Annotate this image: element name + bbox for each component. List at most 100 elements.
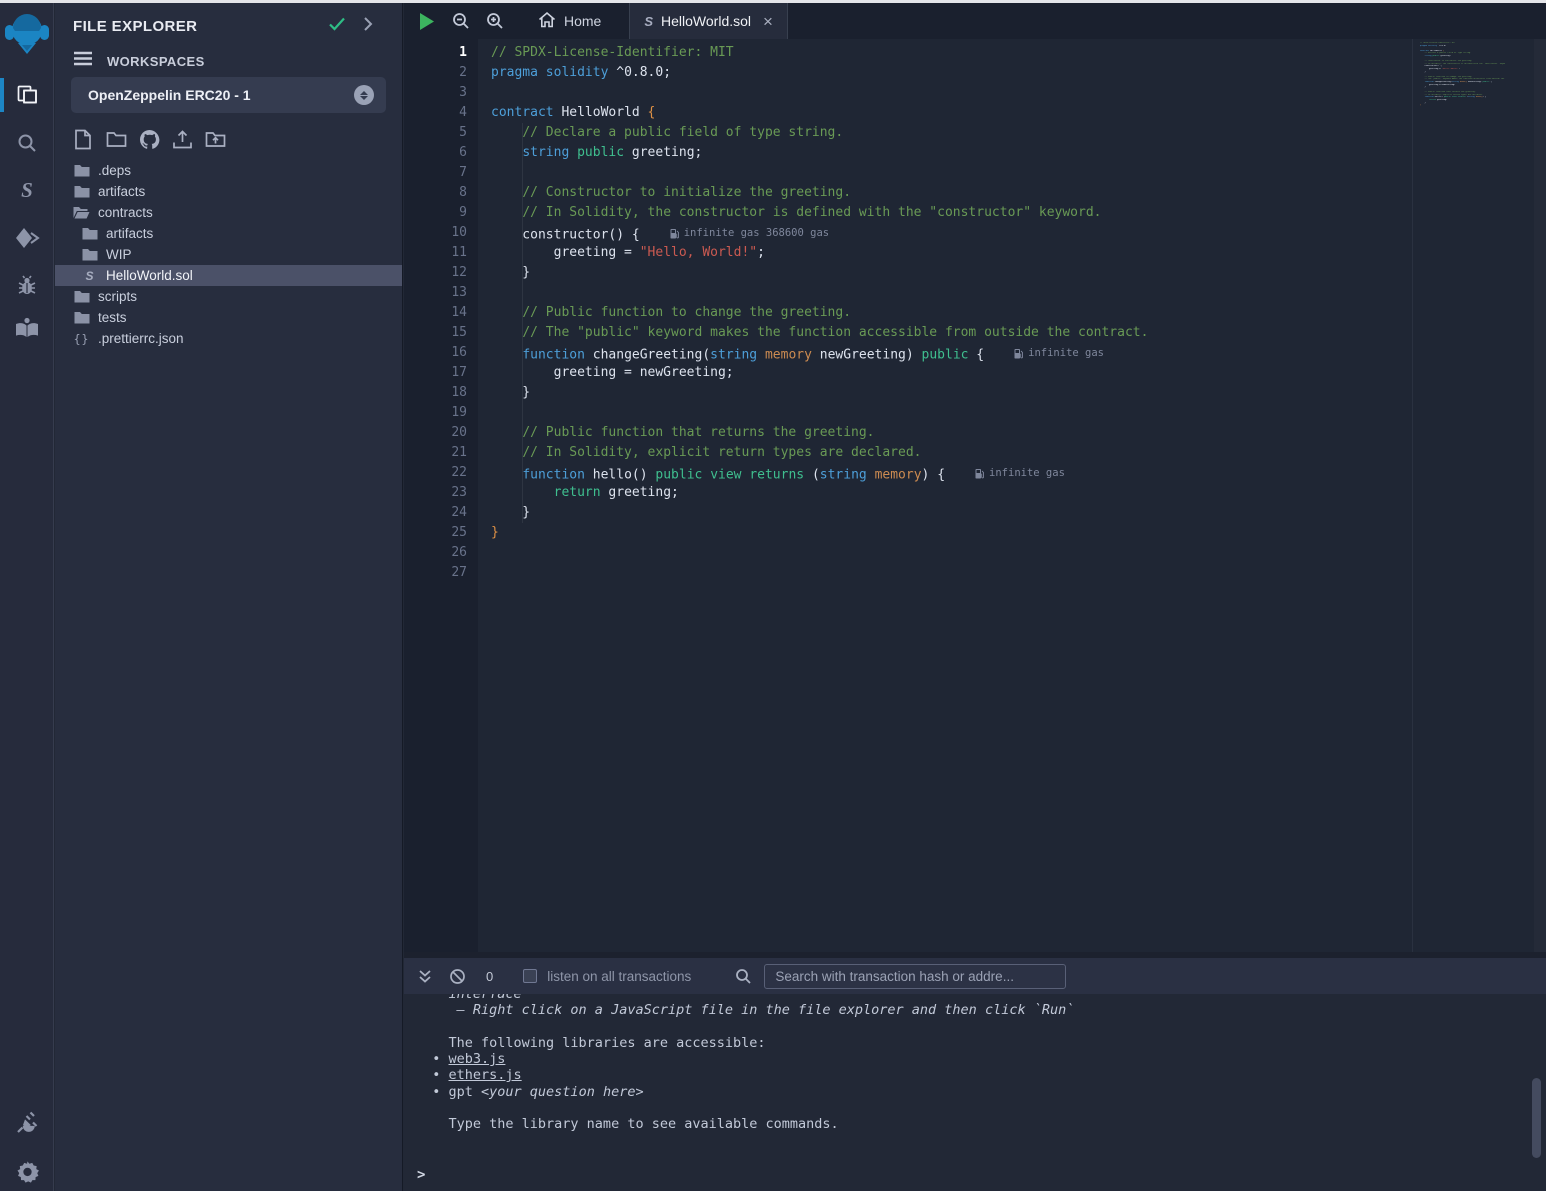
- transaction-count-badge: 0: [486, 969, 493, 984]
- code-line-1: 1// SPDX-License-Identifier: MIT: [404, 43, 1546, 63]
- folder-icon: [81, 227, 98, 240]
- activity-bar: S: [0, 3, 54, 1191]
- window-top-edge: [0, 0, 1546, 3]
- sidebar-item-search[interactable]: [0, 123, 54, 163]
- tab-helloworld-sol[interactable]: S HelloWorld.sol ×: [629, 3, 788, 39]
- file-explorer-header: FILE EXPLORER: [73, 14, 392, 38]
- check-icon[interactable]: [328, 16, 346, 37]
- code-line-5: 5 // Declare a public field of type stri…: [404, 123, 1546, 143]
- file-label: .prettierrc.json: [98, 331, 184, 346]
- ethereum-deploy-icon: [14, 226, 40, 250]
- file-label: WIP: [106, 247, 132, 262]
- file-label: artifacts: [98, 184, 145, 199]
- workspaces-row: WORKSPACES: [73, 51, 205, 71]
- code-line-27: 27: [404, 563, 1546, 583]
- folder-icon: [81, 248, 98, 261]
- solidity-compiler-icon: S: [21, 178, 33, 203]
- gas-estimate-annotation: infinite gas: [1014, 343, 1104, 363]
- file-label: artifacts: [106, 226, 153, 241]
- github-clone-icon[interactable]: [137, 127, 161, 151]
- sidebar-item-plugin-manager[interactable]: [0, 1103, 54, 1143]
- sidebar-item-solidity-compiler[interactable]: S: [0, 170, 54, 210]
- sidebar-item-learn[interactable]: [0, 308, 54, 348]
- tree-item-scripts[interactable]: scripts: [55, 286, 402, 307]
- workspace-switch-icon[interactable]: [354, 85, 374, 105]
- file-label: scripts: [98, 289, 137, 304]
- code-editor[interactable]: 1// SPDX-License-Identifier: MIT2pragma …: [404, 39, 1546, 952]
- tab-home[interactable]: Home: [524, 3, 615, 39]
- close-tab-icon[interactable]: ×: [763, 13, 773, 30]
- terminal-scrollbar-thumb[interactable]: [1532, 1078, 1541, 1158]
- run-script-button[interactable]: [410, 3, 444, 39]
- tree-item--deps[interactable]: .deps: [55, 160, 402, 181]
- code-line-19: 19: [404, 403, 1546, 423]
- editor-region: Home S HelloWorld.sol × 1// SPDX-License…: [404, 3, 1546, 1191]
- listen-all-transactions-label: listen on all transactions: [547, 969, 691, 984]
- new-folder-icon[interactable]: [104, 127, 128, 151]
- tree-item--prettierrc-json[interactable]: {} .prettierrc.json: [55, 328, 402, 349]
- open-book-icon: [14, 316, 40, 340]
- code-line-4: 4contract HelloWorld {: [404, 103, 1546, 123]
- code-line-10: 10 constructor() {infinite gas 368600 ga…: [404, 223, 1546, 243]
- sidebar-item-deploy-and-run[interactable]: [0, 218, 54, 258]
- tree-item-artifacts[interactable]: artifacts: [55, 223, 402, 244]
- terminal-search-input[interactable]: [764, 964, 1066, 989]
- listen-all-transactions-checkbox[interactable]: [523, 969, 537, 983]
- code-lines: 1// SPDX-License-Identifier: MIT2pragma …: [404, 43, 1546, 583]
- terminal-search-icon: [735, 968, 752, 985]
- tree-item-tests[interactable]: tests: [55, 307, 402, 328]
- code-line-8: 8 // Constructor to initialize the greet…: [404, 183, 1546, 203]
- tree-item-wip[interactable]: WIP: [55, 244, 402, 265]
- code-line-14: 14 // Public function to change the gree…: [404, 303, 1546, 323]
- code-line-18: 18 }: [404, 383, 1546, 403]
- sidebar-item-file-explorer[interactable]: [0, 75, 54, 115]
- tree-item-contracts[interactable]: contracts: [55, 202, 402, 223]
- file-explorer-icon: [15, 83, 39, 107]
- gas-estimate-annotation: infinite gas: [975, 463, 1065, 483]
- file-explorer-toolbar: [71, 127, 227, 151]
- gear-icon: [15, 1159, 40, 1184]
- tree-item-helloworld-sol[interactable]: SHelloWorld.sol: [55, 265, 402, 286]
- terminal-link[interactable]: ethers.js: [449, 1067, 522, 1083]
- code-line-25: 25}: [404, 523, 1546, 543]
- code-line-20: 20 // Public function that returns the g…: [404, 423, 1546, 443]
- code-line-23: 23 return greeting;: [404, 483, 1546, 503]
- folder-icon: [73, 185, 90, 198]
- workspaces-label: WORKSPACES: [107, 54, 205, 69]
- terminal-prompt[interactable]: >: [417, 1167, 425, 1183]
- code-line-22: 22 function hello() public view returns …: [404, 463, 1546, 483]
- new-file-icon[interactable]: [71, 127, 95, 151]
- workspace-select[interactable]: OpenZeppelin ERC20 - 1: [71, 77, 386, 113]
- zoom-out-icon[interactable]: [444, 3, 478, 39]
- tab-label: HelloWorld.sol: [661, 13, 751, 29]
- tree-item-artifacts[interactable]: artifacts: [55, 181, 402, 202]
- remix-logo-icon[interactable]: [3, 8, 51, 58]
- sidebar-item-settings[interactable]: [0, 1151, 54, 1191]
- file-label: HelloWorld.sol: [106, 268, 193, 283]
- search-icon: [15, 131, 39, 155]
- code-line-26: 26: [404, 543, 1546, 563]
- minimap[interactable]: // SPDX-License-Identifier: MITpragma so…: [1420, 42, 1505, 112]
- terminal-link[interactable]: web3.js: [449, 1051, 506, 1067]
- file-label: contracts: [98, 205, 153, 220]
- braces-icon: {}: [73, 332, 90, 346]
- block-transactions-icon[interactable]: [449, 968, 466, 985]
- code-line-21: 21 // In Solidity, explicit return types…: [404, 443, 1546, 463]
- hamburger-menu-icon[interactable]: [73, 51, 93, 71]
- file-label: tests: [98, 310, 127, 325]
- chevron-right-icon[interactable]: [362, 16, 374, 37]
- terminal-collapse-icon[interactable]: [418, 969, 432, 984]
- editor-scrollbar[interactable]: [1534, 39, 1546, 952]
- home-icon: [538, 11, 556, 31]
- file-label: .deps: [98, 163, 131, 178]
- terminal-output: interface – Right click on a JavaScript …: [416, 994, 1526, 1161]
- upload-file-icon[interactable]: [170, 127, 194, 151]
- upload-folder-icon[interactable]: [203, 127, 227, 151]
- terminal-panel: 0 listen on all transactions interface –…: [404, 952, 1546, 1191]
- code-line-7: 7: [404, 163, 1546, 183]
- folder-icon: [73, 311, 90, 324]
- solidity-file-icon: S: [644, 14, 653, 29]
- sidebar-item-debugger[interactable]: [0, 266, 54, 306]
- code-line-6: 6 string public greeting;: [404, 143, 1546, 163]
- zoom-in-icon[interactable]: [478, 3, 512, 39]
